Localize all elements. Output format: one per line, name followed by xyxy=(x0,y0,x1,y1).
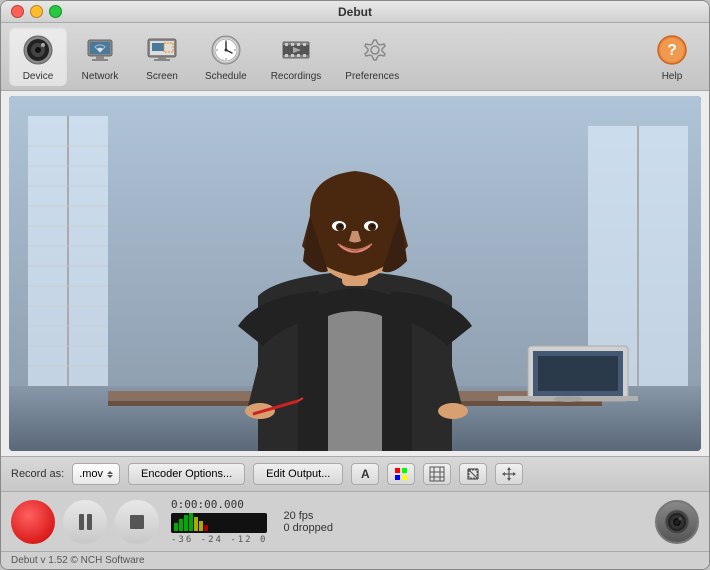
encoder-options-button[interactable]: Encoder Options... xyxy=(128,463,245,485)
color-icon xyxy=(393,466,409,482)
crop-icon xyxy=(465,466,481,482)
help-button[interactable]: ? Help xyxy=(643,27,701,86)
toolbar-item-screen[interactable]: Screen xyxy=(133,27,191,86)
edit-output-button[interactable]: Edit Output... xyxy=(253,463,343,485)
toolbar: Device Network xyxy=(1,23,709,91)
record-as-label: Record as: xyxy=(11,468,64,480)
select-arrow-icon xyxy=(107,471,113,478)
toolbar-item-network[interactable]: Network xyxy=(71,27,129,86)
transport-bar: 0:00:00.000 -36 -24 -12 0 20 fps 0 dropp… xyxy=(1,491,709,551)
format-value: .mov xyxy=(79,468,103,480)
app-title: Debut xyxy=(338,5,372,19)
toolbar-items: Device Network xyxy=(9,27,409,86)
text-overlay-button[interactable]: A xyxy=(351,463,379,485)
recordings-label: Recordings xyxy=(271,71,322,82)
pause-button[interactable] xyxy=(63,500,107,544)
toolbar-item-recordings[interactable]: Recordings xyxy=(261,27,332,86)
meter-scale: -36 -24 -12 0 xyxy=(171,535,267,545)
camera-icon xyxy=(655,500,699,544)
schedule-label: Schedule xyxy=(205,71,247,82)
help-label: Help xyxy=(662,71,683,82)
device-icon xyxy=(19,31,57,69)
controls-bar: Record as: .mov Encoder Options... Edit … xyxy=(1,456,709,491)
effects-icon xyxy=(429,466,445,482)
titlebar: Debut xyxy=(1,1,709,23)
move-icon xyxy=(501,466,517,482)
crop-button[interactable] xyxy=(459,463,487,485)
close-button[interactable] xyxy=(11,5,24,18)
minimize-button[interactable] xyxy=(30,5,43,18)
help-icon: ? xyxy=(653,31,691,69)
format-select[interactable]: .mov xyxy=(72,463,120,485)
video-preview xyxy=(9,96,701,451)
fps-info: 20 fps 0 dropped xyxy=(283,510,333,534)
stop-button[interactable] xyxy=(115,500,159,544)
dropped-frames: 0 dropped xyxy=(283,522,333,534)
network-label: Network xyxy=(82,71,119,82)
camera-svg xyxy=(663,508,691,536)
toolbar-item-preferences[interactable]: Preferences xyxy=(335,27,409,86)
screen-label: Screen xyxy=(146,71,178,82)
maximize-button[interactable] xyxy=(49,5,62,18)
pause-icon xyxy=(79,514,92,530)
svg-text:?: ? xyxy=(667,42,677,59)
move-button[interactable] xyxy=(495,463,523,485)
timecode: 0:00:00.000 xyxy=(171,498,267,511)
window-controls xyxy=(11,5,62,18)
app-window: Debut Device xyxy=(0,0,710,570)
schedule-icon xyxy=(207,31,245,69)
status-text: Debut v 1.52 © NCH Software xyxy=(11,555,145,566)
preferences-label: Preferences xyxy=(345,71,399,82)
toolbar-item-device[interactable]: Device xyxy=(9,27,67,86)
recordings-icon xyxy=(277,31,315,69)
fps-value: 20 fps xyxy=(283,510,333,522)
color-button[interactable] xyxy=(387,463,415,485)
network-icon xyxy=(81,31,119,69)
effects-button[interactable] xyxy=(423,463,451,485)
stop-icon xyxy=(130,515,144,529)
status-bar: Debut v 1.52 © NCH Software xyxy=(1,551,709,569)
screen-icon xyxy=(143,31,181,69)
device-label: Device xyxy=(23,71,54,82)
preferences-icon xyxy=(353,31,391,69)
record-button[interactable] xyxy=(11,500,55,544)
text-icon: A xyxy=(361,467,370,481)
toolbar-item-schedule[interactable]: Schedule xyxy=(195,27,257,86)
